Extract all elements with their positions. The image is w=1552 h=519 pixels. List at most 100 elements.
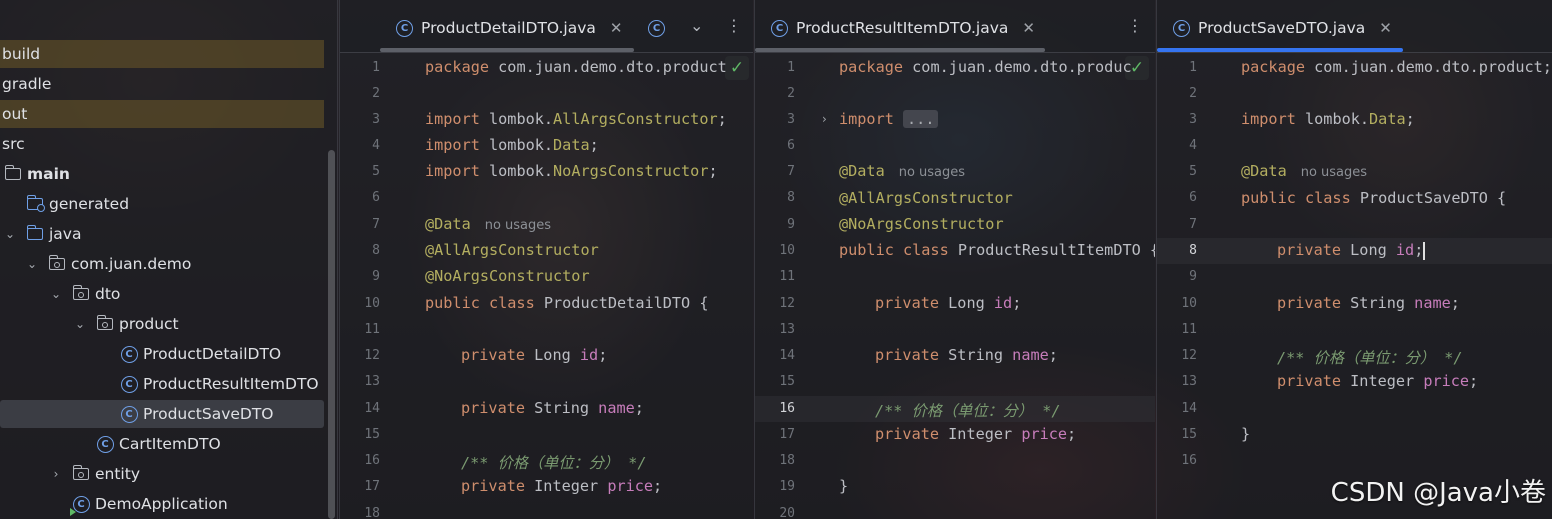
code-line[interactable]: /** 价格（单位：分） */: [461, 451, 647, 473]
type: String: [1341, 294, 1415, 312]
tree-item-dto[interactable]: ⌄ dto: [0, 280, 324, 308]
code-line[interactable]: package com.juan.demo.dto.produc: [839, 58, 1132, 76]
tree-item-label: build: [2, 45, 41, 63]
tree-item-out[interactable]: out: [0, 100, 324, 128]
code-line[interactable]: public class ProductDetailDTO {: [425, 294, 708, 312]
class-ref: NoArgsConstructor: [553, 162, 709, 180]
code-line[interactable]: /** 价格（单位：分） */: [1277, 346, 1463, 368]
tab-productsavedto[interactable]: C ProductSaveDTO.java ✕: [1173, 14, 1392, 42]
code-line[interactable]: private Integer price;: [461, 477, 662, 495]
usage-hint[interactable]: no usages: [1301, 165, 1367, 180]
code-line[interactable]: @AllArgsConstructor: [425, 241, 599, 259]
line-number: 11: [779, 269, 795, 284]
line-number: 2: [372, 86, 380, 101]
code-line[interactable]: private String name;: [1277, 294, 1460, 312]
tab-productdetaildto[interactable]: C ProductDetailDTO.java ✕: [396, 14, 622, 42]
chevron-down-icon[interactable]: ⌄: [72, 317, 88, 331]
chevron-down-icon[interactable]: ⌄: [24, 257, 40, 271]
inspection-ok-icon[interactable]: ✓: [725, 56, 749, 80]
tab-productresultitemdto[interactable]: C ProductResultItemDTO.java ✕: [771, 14, 1035, 42]
chevron-right-icon[interactable]: ›: [48, 467, 64, 481]
annotation: @AllArgsConstructor: [425, 241, 599, 259]
code-line[interactable]: import lombok.Data;: [425, 136, 599, 154]
code-line[interactable]: @AllArgsConstructor: [839, 189, 1013, 207]
code-line[interactable]: @Data no usages: [1241, 162, 1367, 180]
usage-hint[interactable]: no usages: [899, 165, 965, 180]
annotation: @AllArgsConstructor: [839, 189, 1013, 207]
code-line[interactable]: }: [839, 477, 848, 495]
code-line[interactable]: private Integer price;: [1277, 372, 1478, 390]
code-line[interactable]: import lombok.NoArgsConstructor;: [425, 162, 718, 180]
tree-item-gradle[interactable]: gradle: [0, 70, 324, 98]
tree-item-com-juan-demo[interactable]: ⌄ com.juan.demo: [0, 250, 324, 278]
chevron-down-icon[interactable]: ⌄: [48, 287, 64, 301]
code-line[interactable]: package com.juan.demo.dto.product: [425, 58, 727, 76]
code-line[interactable]: @NoArgsConstructor: [839, 215, 1004, 233]
tree-item-entity[interactable]: › entity: [0, 460, 324, 488]
class-ref: Data: [553, 136, 590, 154]
code-line[interactable]: public class ProductResultItemDTO {: [839, 241, 1155, 259]
code-line[interactable]: package com.juan.demo.dto.product;: [1241, 58, 1552, 76]
class-declaration: public class ProductResultItemDTO {: [839, 241, 1155, 259]
field-name: name: [598, 399, 635, 417]
field-name: price: [1021, 425, 1068, 443]
folded-imports[interactable]: ...: [903, 110, 939, 128]
tab-overflow-class[interactable]: C: [648, 14, 673, 42]
fold-expand-icon[interactable]: ›: [822, 112, 827, 126]
line-number: 3: [372, 112, 380, 127]
generated-folder-icon: [26, 195, 45, 213]
punct: ;: [1469, 372, 1479, 390]
tree-item-productdetaildto[interactable]: C ProductDetailDTO: [0, 340, 324, 368]
code-line[interactable]: public class ProductSaveDTO {: [1241, 189, 1506, 207]
code-line[interactable]: private String name;: [875, 346, 1058, 364]
code-line[interactable]: private Long id;: [875, 294, 1021, 312]
text-caret: [1423, 241, 1426, 260]
punct: ;: [1405, 110, 1415, 128]
code-line[interactable]: }: [1241, 425, 1250, 443]
code-line[interactable]: private Integer price;: [875, 425, 1076, 443]
close-icon[interactable]: ✕: [610, 19, 623, 37]
tree-item-build[interactable]: build: [0, 40, 324, 68]
tree-item-productresultitemdto[interactable]: C ProductResultItemDTO: [0, 370, 324, 398]
close-icon[interactable]: ✕: [1022, 19, 1035, 37]
tree-item-src[interactable]: src: [0, 130, 324, 158]
tree-item-cartitemdto[interactable]: C CartItemDTO: [0, 430, 324, 458]
line-number: 12: [779, 296, 795, 311]
tree-scrollbar[interactable]: [328, 150, 335, 519]
tree-item-demoapplication[interactable]: C DemoApplication: [0, 490, 324, 518]
code-line[interactable]: import lombok.Data;: [1241, 110, 1415, 128]
code-line[interactable]: private String name;: [461, 399, 644, 417]
tree-item-main[interactable]: main: [0, 160, 324, 188]
line-number: 10: [364, 296, 380, 311]
tab-indicator: [380, 48, 634, 52]
code-line[interactable]: @Data no usages: [839, 162, 965, 180]
tree-item-label: CartItemDTO: [119, 435, 221, 453]
code-line[interactable]: private Long id;: [1277, 241, 1426, 260]
close-icon[interactable]: ✕: [1379, 19, 1392, 37]
code-line[interactable]: @NoArgsConstructor: [425, 267, 590, 285]
code-line[interactable]: /** 价格（单位：分） */: [875, 399, 1061, 421]
class-ref: Data: [1369, 110, 1406, 128]
more-options-icon[interactable]: ⋮: [1127, 16, 1143, 35]
tree-item-java[interactable]: ⌄ java: [0, 220, 324, 248]
class-icon: C: [648, 19, 665, 37]
chevron-down-icon[interactable]: ⌄: [690, 16, 703, 35]
line-number: 16: [779, 401, 795, 416]
chevron-down-icon[interactable]: ⌄: [2, 227, 18, 241]
code-line[interactable]: import ...: [839, 110, 939, 128]
line-number: 11: [1181, 322, 1197, 337]
line-number: 6: [372, 190, 380, 205]
keyword: import: [425, 110, 480, 128]
tree-item-label: DemoApplication: [95, 495, 228, 513]
code-line[interactable]: import lombok.AllArgsConstructor;: [425, 110, 727, 128]
code-line[interactable]: @Data no usages: [425, 215, 551, 233]
class-icon: C: [96, 435, 114, 453]
tree-item-generated[interactable]: generated: [0, 190, 324, 218]
line-number: 17: [779, 427, 795, 442]
code-line[interactable]: private Long id;: [461, 346, 607, 364]
tree-item-productsavedto[interactable]: C ProductSaveDTO: [0, 400, 324, 428]
field-name: id: [1395, 241, 1415, 259]
usage-hint[interactable]: no usages: [485, 218, 551, 233]
tree-item-product[interactable]: ⌄ product: [0, 310, 324, 338]
more-options-icon[interactable]: ⋮: [726, 16, 742, 35]
